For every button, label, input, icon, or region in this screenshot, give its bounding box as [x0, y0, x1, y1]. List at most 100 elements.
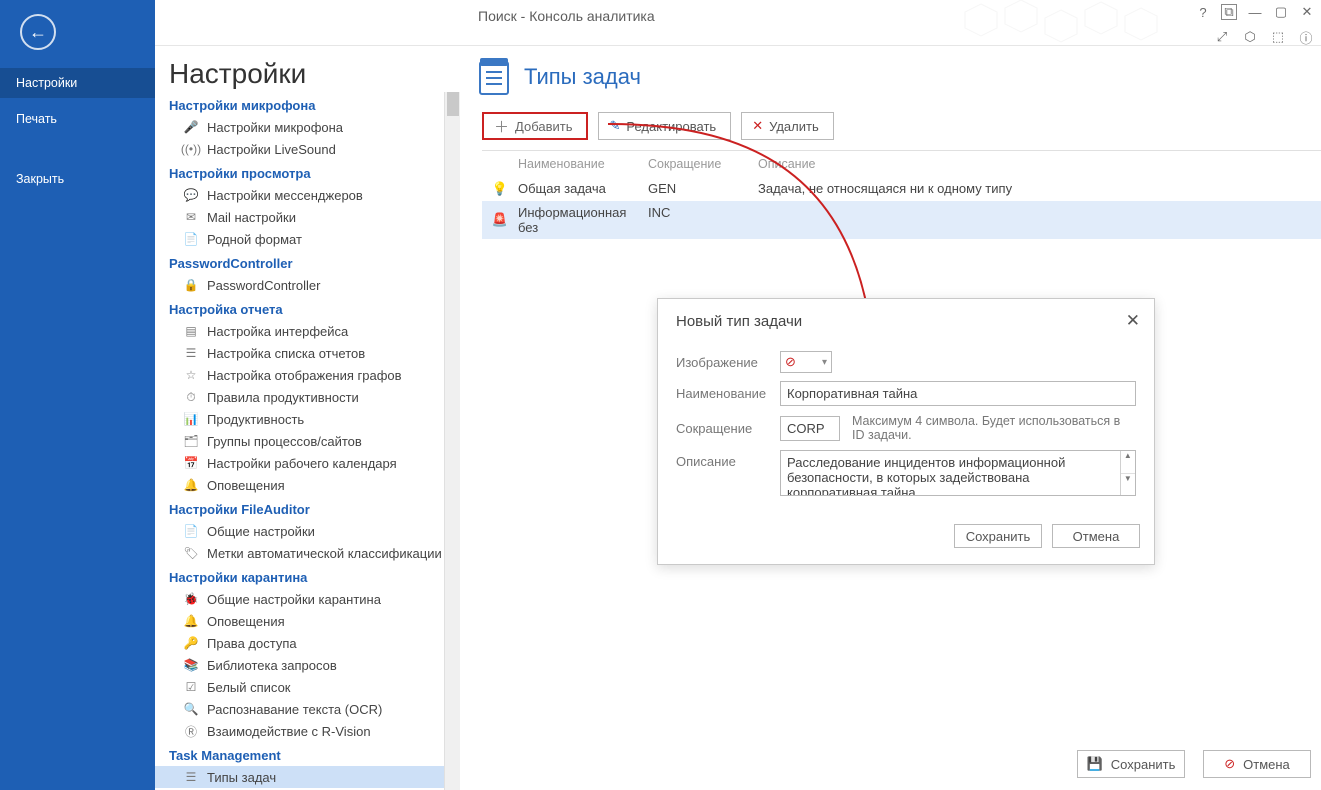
tasks-page-icon: [476, 56, 512, 98]
tree-item[interactable]: ☆Настройка отображения графов: [155, 364, 460, 386]
format-icon: 📄: [183, 231, 199, 247]
scrollbar-thumb[interactable]: [447, 92, 459, 116]
tree-item[interactable]: 🔔Оповещения: [155, 610, 460, 632]
calendar-icon: 📅: [183, 455, 199, 471]
tree-item[interactable]: 🔑Права доступа: [155, 632, 460, 654]
collapse-icon[interactable]: ⤢: [1213, 28, 1231, 46]
tree-item-label: Правила продуктивности: [207, 390, 359, 405]
bottom-bar: 💾 Сохранить ⊘ Отмена: [460, 750, 1311, 778]
dialog-title: Новый тип задачи: [676, 313, 802, 330]
nav-item-0[interactable]: Настройки: [0, 68, 155, 98]
abbr-input[interactable]: [780, 416, 840, 441]
info-icon[interactable]: ⓘ: [1297, 28, 1315, 46]
pencil-icon: ✎: [609, 118, 620, 134]
col-desc[interactable]: Описание: [758, 157, 1321, 171]
image-selector[interactable]: ⊘ ▾: [780, 351, 832, 373]
tree-item-label: Настройки микрофона: [207, 120, 343, 135]
dialog-close-icon[interactable]: ✕: [1126, 311, 1140, 331]
tree-item-label: Настройки мессенджеров: [207, 188, 363, 203]
spinner-control[interactable]: ▲▼: [1120, 451, 1135, 495]
ocr-icon: 🔍: [183, 701, 199, 717]
tree-scrollbar[interactable]: [444, 92, 460, 790]
tree-item-label: Настройка списка отчетов: [207, 346, 365, 361]
add-button[interactable]: ＋Добавить: [482, 112, 588, 140]
group-header[interactable]: Настройки просмотра: [155, 160, 460, 184]
desc-label: Описание: [676, 450, 772, 469]
tree-item[interactable]: ☰Типы задач: [155, 766, 460, 788]
tree-item[interactable]: ⏱Правила продуктивности: [155, 386, 460, 408]
new-task-type-dialog: Новый тип задачи ✕ Изображение ⊘ ▾ Наиме…: [657, 298, 1155, 565]
titlebar: Поиск - Консоль аналитика ? ⧉ — ▢ ✕ ⤢ ⬡ …: [0, 0, 1321, 46]
tree-item[interactable]: 💬Настройки мессенджеров: [155, 184, 460, 206]
tree-item[interactable]: ▤Настройка интерфейса: [155, 320, 460, 342]
tree-item[interactable]: 📄 Родной формат: [155, 228, 460, 250]
dialog-cancel-button[interactable]: Отмена: [1052, 524, 1140, 548]
star-icon: ☆: [183, 367, 199, 383]
tree-item[interactable]: 📅Настройки рабочего календаря: [155, 452, 460, 474]
group-header[interactable]: Настройка отчета: [155, 296, 460, 320]
chart-icon: 📊: [183, 411, 199, 427]
group-header[interactable]: PasswordController: [155, 250, 460, 274]
name-input[interactable]: [780, 381, 1136, 406]
help-icon[interactable]: ?: [1195, 4, 1211, 20]
alert-icon: 🚨: [482, 205, 518, 235]
panel-icon: ▤: [183, 323, 199, 339]
page-save-button[interactable]: 💾 Сохранить: [1077, 750, 1185, 778]
maximize-icon[interactable]: ▢: [1273, 4, 1289, 20]
tree-item[interactable]: 🔍Распознавание текста (OCR): [155, 698, 460, 720]
col-name[interactable]: Наименование: [518, 157, 648, 171]
tree-item[interactable]: 🏷Метки автоматической классификации данн…: [155, 542, 460, 564]
tree-item-label: Типы задач: [207, 770, 276, 785]
minimize-icon[interactable]: —: [1247, 4, 1263, 20]
edit-button[interactable]: ✎Редактировать: [598, 112, 731, 140]
tree-item[interactable]: 🎤Настройки микрофона: [155, 116, 460, 138]
left-nav: ← Настройки Печать Закрыть: [0, 0, 155, 790]
tree-item[interactable]: 🔒PasswordController: [155, 274, 460, 296]
cancel-icon: ⊘: [1224, 756, 1235, 772]
box-icon[interactable]: ⬚: [1269, 28, 1287, 46]
tree-item-label: Библиотека запросов: [207, 658, 337, 673]
group-icon: 🗂: [183, 433, 199, 449]
tree-item[interactable]: 📚Библиотека запросов: [155, 654, 460, 676]
chevron-down-icon: ▾: [822, 357, 827, 368]
page-cancel-button[interactable]: ⊘ Отмена: [1203, 750, 1311, 778]
tree-item-label: Общие настройки: [207, 524, 315, 539]
tree-item-label: Метки автоматической классификации данны…: [207, 546, 460, 561]
doc-icon: 📄: [183, 523, 199, 539]
group-header[interactable]: Настройки карантина: [155, 564, 460, 588]
grid-header-row: Наименование Сокращение Описание: [482, 151, 1321, 177]
main-content: Типы задач ＋Добавить ✎Редактировать ✕Уда…: [460, 46, 1321, 790]
tree-item[interactable]: 📄 Общие настройки: [155, 520, 460, 542]
group-header[interactable]: Настройки FileAuditor: [155, 496, 460, 520]
desc-input[interactable]: [781, 451, 1120, 495]
table-row[interactable]: 💡Общая задачаGENЗадача, не относящаяся н…: [482, 177, 1321, 201]
tree-item[interactable]: ⓇВзаимодействие с R-Vision: [155, 720, 460, 742]
table-row[interactable]: 🚨Информационная безINC: [482, 201, 1321, 239]
spin-down-icon[interactable]: ▼: [1121, 474, 1135, 496]
tree-item[interactable]: 🐞Общие настройки карантина: [155, 588, 460, 610]
close-icon[interactable]: ✕: [1299, 4, 1315, 20]
restore-icon[interactable]: ⧉: [1221, 4, 1237, 20]
tree-item[interactable]: 🔔Оповещения: [155, 474, 460, 496]
nav-item-2[interactable]: Закрыть: [0, 164, 155, 194]
tree-item[interactable]: ✉Mail настройки: [155, 206, 460, 228]
tree-item-label: Родной формат: [207, 232, 302, 247]
cube-icon[interactable]: ⬡: [1241, 28, 1259, 46]
delete-button[interactable]: ✕Удалить: [741, 112, 834, 140]
group-header[interactable]: Настройки микрофона: [155, 92, 460, 116]
tree-item[interactable]: 📊Продуктивность: [155, 408, 460, 430]
tree-item[interactable]: ((•))Настройки LiveSound: [155, 138, 460, 160]
tree-item[interactable]: ☰ Настройка списка отчетов: [155, 342, 460, 364]
rvision-icon: Ⓡ: [183, 723, 199, 739]
cell-abbr: GEN: [648, 181, 758, 197]
list-icon: ☰: [183, 345, 199, 361]
tree-item[interactable]: 🗂Группы процессов/сайтов: [155, 430, 460, 452]
dialog-save-button[interactable]: Сохранить: [954, 524, 1042, 548]
col-abbr[interactable]: Сокращение: [648, 157, 758, 171]
nav-item-1[interactable]: Печать: [0, 104, 155, 134]
page-save-label: Сохранить: [1111, 757, 1176, 772]
spin-up-icon[interactable]: ▲: [1121, 451, 1135, 474]
back-button[interactable]: ←: [20, 14, 56, 50]
group-header[interactable]: Task Management: [155, 742, 460, 766]
tree-item[interactable]: ☑Белый список: [155, 676, 460, 698]
